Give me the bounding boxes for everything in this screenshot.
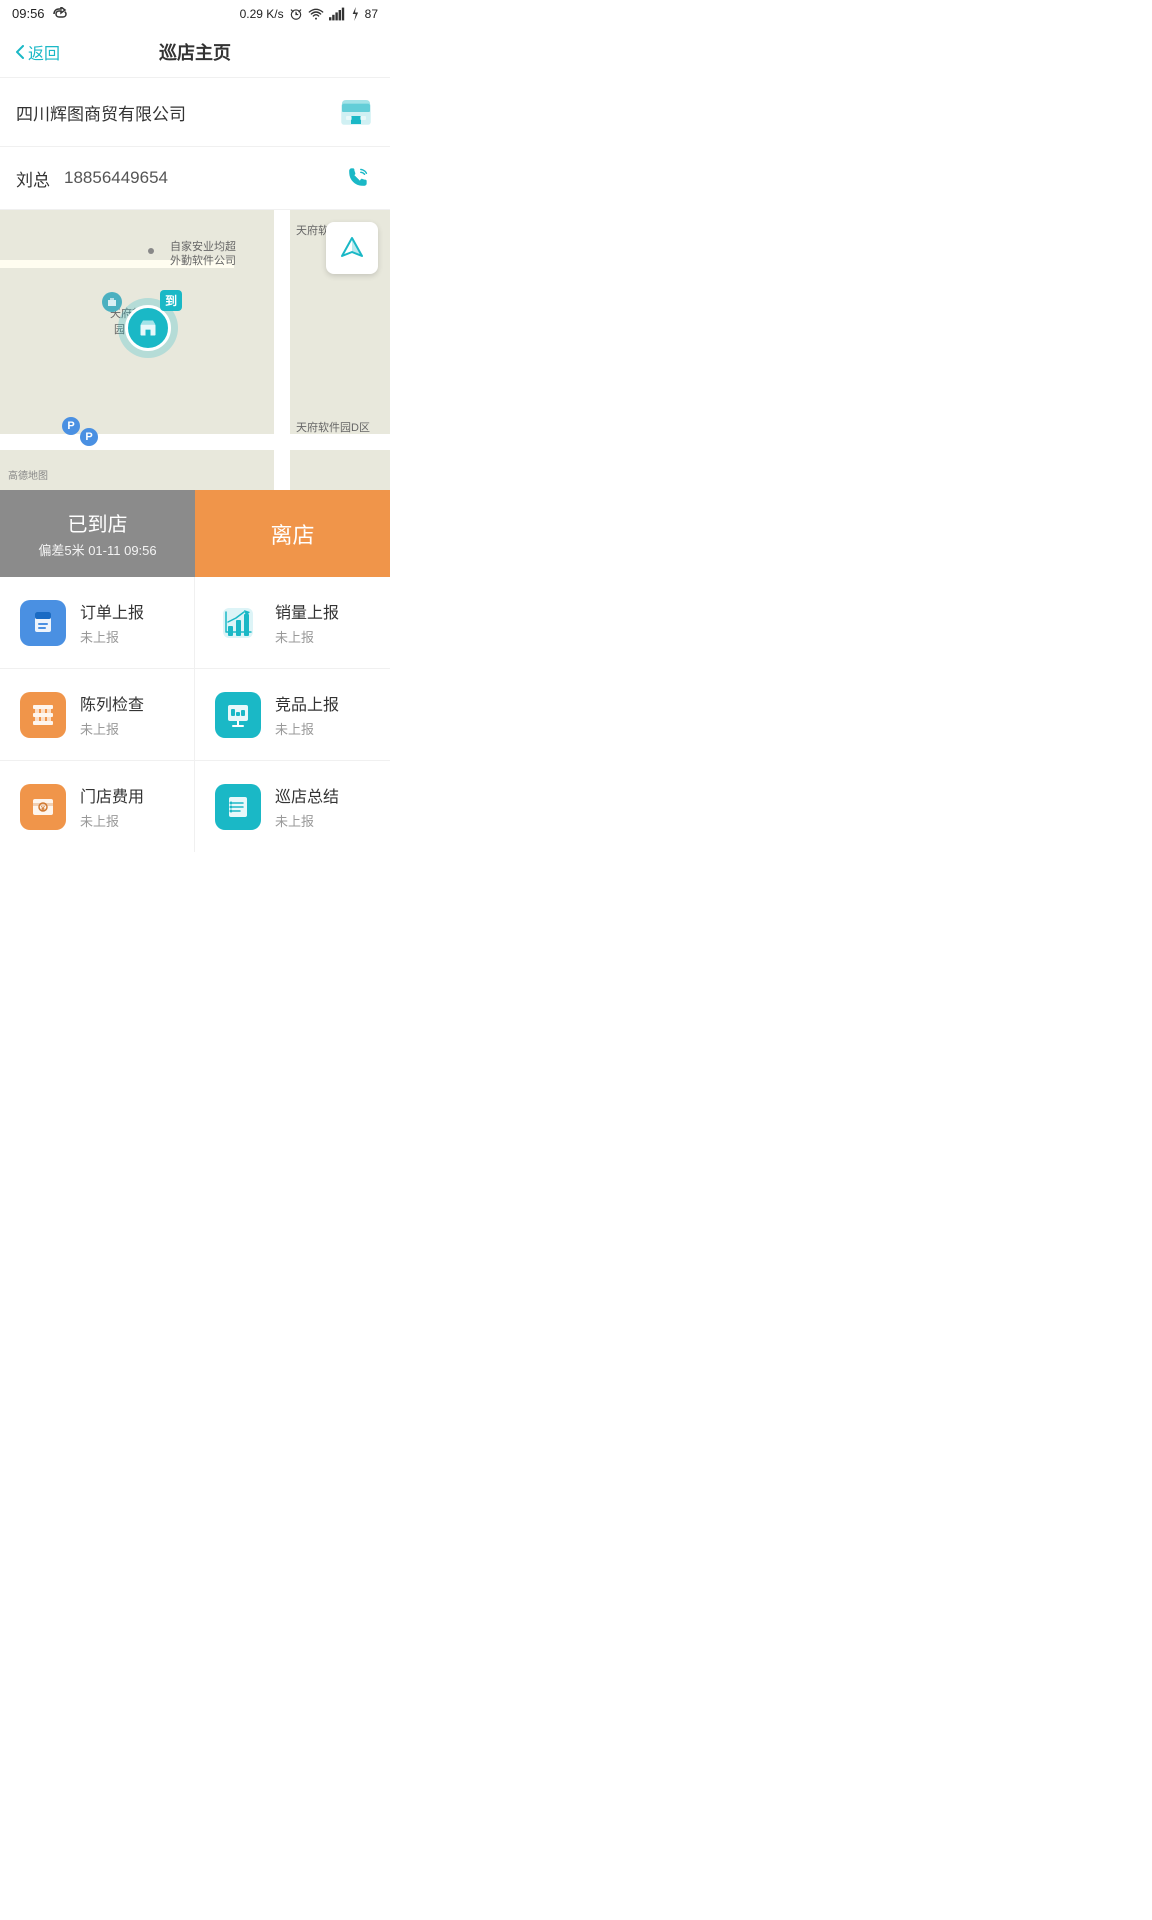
menu-item-display-check[interactable]: 陈列检查 未上报 bbox=[0, 669, 195, 761]
time-display: 09:56 bbox=[12, 6, 45, 21]
arrived-sub-text: 偏差5米 01-11 09:56 bbox=[12, 540, 183, 559]
store-summary-icon-wrap bbox=[215, 784, 261, 830]
signal-icon bbox=[329, 7, 345, 21]
status-right: 0.29 K/s 87 bbox=[240, 7, 378, 21]
sales-report-text: 销量上报 未上报 bbox=[275, 599, 339, 646]
svg-text:¥: ¥ bbox=[41, 806, 45, 813]
action-area: 已到店 偏差5米 01-11 09:56 离店 bbox=[0, 490, 390, 577]
map-background: 自家安业均超 外勤软件公司 天府软件园D区 天府软件园D2座 天府软件园D区 P… bbox=[0, 210, 390, 490]
page-title: 巡店主页 bbox=[159, 39, 231, 65]
arrived-main-text: 已到店 bbox=[12, 508, 183, 537]
battery-level: 87 bbox=[365, 7, 378, 21]
order-report-text: 订单上报 未上报 bbox=[80, 599, 144, 646]
store-icon bbox=[338, 94, 374, 130]
map-label-2: 外勤软件公司 bbox=[170, 252, 236, 268]
display-check-title: 陈列检查 bbox=[80, 691, 144, 715]
order-report-title: 订单上报 bbox=[80, 599, 144, 623]
menu-item-competitor-report[interactable]: 竞品上报 未上报 bbox=[195, 669, 390, 761]
store-summary-sub: 未上报 bbox=[275, 811, 339, 830]
money-icon: ¥ bbox=[29, 793, 57, 821]
arrived-button[interactable]: 已到店 偏差5米 01-11 09:56 bbox=[0, 490, 195, 577]
menu-item-order-report[interactable]: 订单上报 未上报 bbox=[0, 577, 195, 669]
contact-phone: 18856449654 bbox=[64, 168, 168, 188]
checklist-icon bbox=[224, 793, 252, 821]
store-name: 四川辉图商贸有限公司 bbox=[16, 100, 186, 125]
navigate-icon bbox=[338, 234, 366, 262]
contact-left: 刘总 18856449654 bbox=[16, 166, 168, 191]
presentation-icon bbox=[224, 701, 252, 729]
display-check-icon-wrap bbox=[20, 692, 66, 738]
phone-icon[interactable] bbox=[340, 161, 374, 195]
map-container: 自家安业均超 外勤软件公司 天府软件园D区 天府软件园D2座 天府软件园D区 P… bbox=[0, 210, 390, 490]
contact-info-section[interactable]: 刘总 18856449654 bbox=[0, 147, 390, 210]
page-header: 返回 巡店主页 bbox=[0, 27, 390, 78]
map-dot bbox=[148, 248, 154, 254]
wifi-icon bbox=[308, 7, 324, 21]
competitor-report-title: 竞品上报 bbox=[275, 691, 339, 715]
map-attribution: 高德地图 bbox=[8, 467, 48, 482]
store-map-icon bbox=[138, 318, 158, 338]
charging-icon bbox=[350, 7, 360, 21]
menu-item-sales-report[interactable]: 销量上报 未上报 bbox=[195, 577, 390, 669]
display-check-text: 陈列检查 未上报 bbox=[80, 691, 144, 738]
store-summary-title: 巡店总结 bbox=[275, 783, 339, 807]
display-check-sub: 未上报 bbox=[80, 719, 144, 738]
menu-item-store-summary[interactable]: 巡店总结 未上报 bbox=[195, 761, 390, 852]
arrival-badge: 到 bbox=[160, 290, 182, 311]
menu-grid: 订单上报 未上报 销量上报 未上报 bbox=[0, 577, 390, 852]
status-bar: 09:56 0.29 K/s bbox=[0, 0, 390, 27]
sales-report-title: 销量上报 bbox=[275, 599, 339, 623]
store-cost-sub: 未上报 bbox=[80, 811, 144, 830]
map-label-5: 天府软件园D区 bbox=[296, 419, 370, 435]
store-cost-text: 门店费用 未上报 bbox=[80, 783, 144, 830]
store-cost-title: 门店费用 bbox=[80, 783, 144, 807]
document-icon bbox=[29, 609, 57, 637]
menu-item-store-cost[interactable]: ¥ 门店费用 未上报 bbox=[0, 761, 195, 852]
order-report-icon-wrap bbox=[20, 600, 66, 646]
shelf-icon bbox=[29, 701, 57, 729]
store-summary-text: 巡店总结 未上报 bbox=[275, 783, 339, 830]
alarm-icon bbox=[289, 7, 303, 21]
contact-name: 刘总 bbox=[16, 166, 50, 191]
leave-button[interactable]: 离店 bbox=[195, 490, 390, 577]
speed-display: 0.29 K/s bbox=[240, 7, 284, 21]
status-left: 09:56 bbox=[12, 6, 71, 21]
order-report-sub: 未上报 bbox=[80, 627, 144, 646]
arrival-pin-container: 到 bbox=[118, 298, 178, 358]
store-cost-icon-wrap: ¥ bbox=[20, 784, 66, 830]
loop-icon bbox=[51, 7, 71, 21]
competitor-report-text: 竞品上报 未上报 bbox=[275, 691, 339, 738]
competitor-report-sub: 未上报 bbox=[275, 719, 339, 738]
parking-sign: P bbox=[62, 417, 80, 435]
competitor-report-icon-wrap bbox=[215, 692, 261, 738]
store-info-section: 四川辉图商贸有限公司 bbox=[0, 78, 390, 147]
back-button[interactable]: 返回 bbox=[16, 40, 60, 64]
bar-chart-icon bbox=[215, 600, 261, 646]
sales-report-sub: 未上报 bbox=[275, 627, 339, 646]
parking-sign-2: P bbox=[80, 428, 98, 446]
back-chevron-icon bbox=[16, 45, 24, 59]
sales-report-icon-wrap bbox=[215, 600, 261, 646]
navigate-button[interactable] bbox=[326, 222, 378, 274]
